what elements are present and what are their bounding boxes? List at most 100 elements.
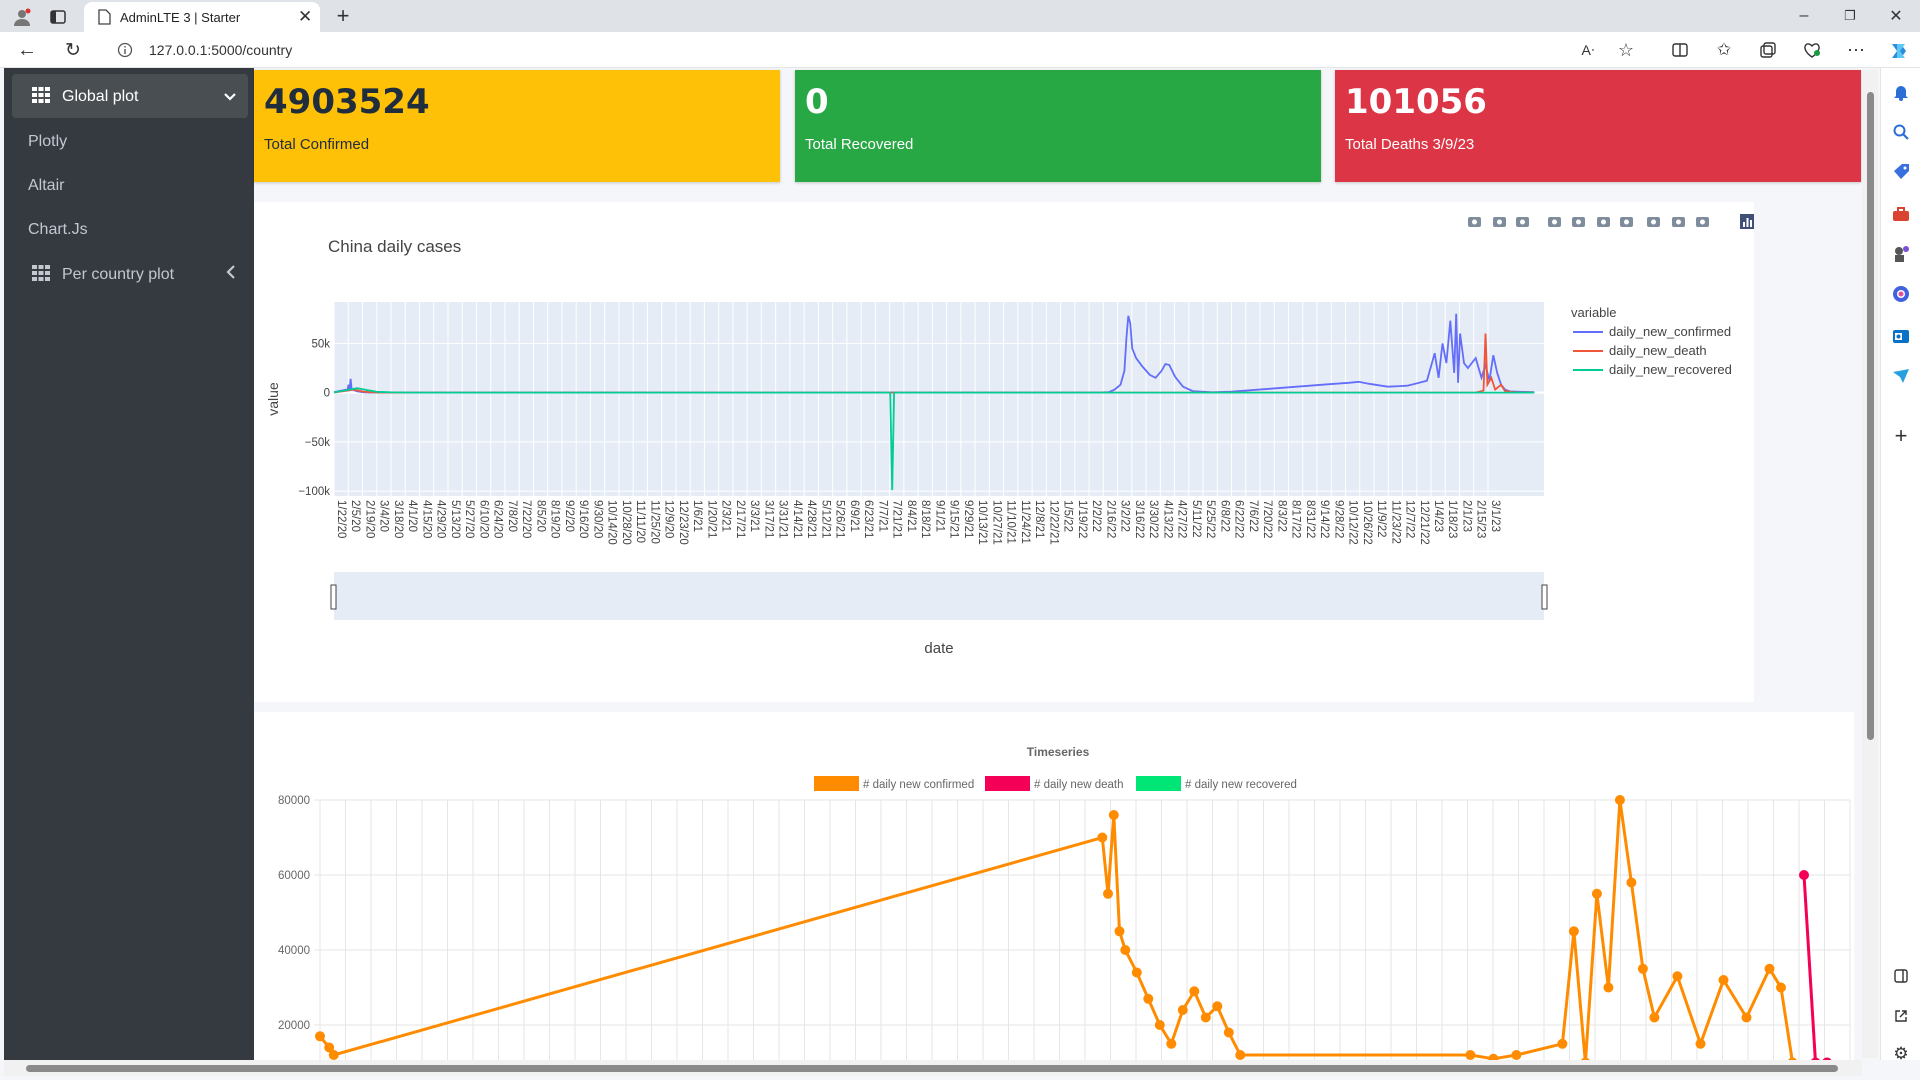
series-line-# daily new death[interactable] <box>1802 874 1827 1060</box>
sidebar-item-altair[interactable]: Altair <box>12 168 248 204</box>
notifications-icon[interactable] <box>1889 80 1913 104</box>
search-icon[interactable] <box>1889 120 1913 144</box>
data-point[interactable] <box>1108 810 1119 820</box>
games-icon[interactable] <box>1889 242 1913 266</box>
range-slider[interactable] <box>334 572 1544 620</box>
data-point[interactable] <box>1465 1050 1476 1060</box>
data-point[interactable] <box>1235 1050 1246 1060</box>
data-point[interactable] <box>1200 1012 1211 1023</box>
data-point[interactable] <box>1114 926 1125 937</box>
data-point[interactable] <box>1189 986 1200 997</box>
split-screen-icon[interactable] <box>1668 39 1692 61</box>
vertical-scrollbar[interactable] <box>1862 70 1878 1058</box>
data-point[interactable] <box>1223 1027 1234 1038</box>
data-point[interactable] <box>1614 795 1625 805</box>
url-field[interactable]: 127.0.0.1:5000/country <box>149 42 292 58</box>
legend-entry[interactable]: daily_new_confirmed <box>1609 324 1731 339</box>
data-point[interactable] <box>1591 888 1602 899</box>
data-point[interactable] <box>1603 982 1614 993</box>
data-point[interactable] <box>1764 963 1775 974</box>
close-window-icon[interactable]: ✕ <box>1884 6 1908 26</box>
new-tab-icon[interactable]: + <box>330 3 356 28</box>
camera-icon[interactable] <box>1468 217 1481 227</box>
scrollbar-thumb[interactable] <box>26 1065 1838 1072</box>
data-point[interactable] <box>1177 1005 1188 1015</box>
data-point[interactable] <box>1799 870 1809 880</box>
data-point[interactable] <box>1131 967 1142 978</box>
more-options-icon[interactable]: ⋯ <box>1844 39 1868 61</box>
data-point[interactable] <box>1695 1038 1706 1049</box>
sidebar-item-chartjs[interactable]: Chart.Js <box>12 212 248 248</box>
favorite-star-icon[interactable]: ☆ <box>1614 39 1638 61</box>
sidebar-item-global-plot[interactable]: Global plot <box>12 74 248 118</box>
data-point[interactable] <box>328 1050 339 1060</box>
plotly-logo-icon[interactable] <box>1740 214 1754 229</box>
hover-closest-icon[interactable] <box>1672 217 1685 227</box>
sidebar-item-plotly[interactable]: Plotly <box>12 124 248 160</box>
sidebar-toggle-icon[interactable] <box>1889 964 1913 988</box>
legend-entry[interactable]: # daily new recovered <box>1185 779 1297 791</box>
legend-entry[interactable]: # daily new confirmed <box>863 779 974 791</box>
data-point[interactable] <box>1557 1038 1568 1049</box>
data-point[interactable] <box>1143 993 1154 1004</box>
plot-area[interactable] <box>334 302 1544 496</box>
data-point[interactable] <box>1166 1038 1177 1049</box>
zoom-in-icon[interactable] <box>1548 217 1561 227</box>
data-point[interactable] <box>1776 982 1786 993</box>
legend-entry[interactable]: daily_new_recovered <box>1609 362 1732 377</box>
data-point[interactable] <box>1511 1050 1522 1060</box>
data-point[interactable] <box>315 1031 325 1042</box>
favorites-icon[interactable]: ✩ <box>1712 39 1736 61</box>
data-point[interactable] <box>1649 1012 1660 1023</box>
tab-actions-icon[interactable] <box>46 6 70 28</box>
data-point[interactable] <box>1637 963 1648 974</box>
settings-gear-icon[interactable]: ⚙ <box>1889 1042 1913 1066</box>
data-point[interactable] <box>1120 945 1131 955</box>
outlook-icon[interactable] <box>1889 324 1913 348</box>
range-slider-left-handle[interactable] <box>330 584 337 610</box>
close-tab-icon[interactable]: ✕ <box>298 7 312 27</box>
pan-icon[interactable] <box>1516 217 1529 227</box>
read-aloud-icon[interactable]: Aᐧ <box>1576 39 1600 61</box>
restore-icon[interactable]: ❐ <box>1838 6 1862 26</box>
site-info-icon[interactable] <box>114 40 136 60</box>
zoom-out-icon[interactable] <box>1572 217 1585 227</box>
range-slider-right-handle[interactable] <box>1541 584 1548 610</box>
legend-entry[interactable]: # daily new death <box>1034 779 1124 791</box>
drop-icon[interactable] <box>1889 364 1913 388</box>
autoscale-icon[interactable] <box>1597 217 1610 227</box>
data-point[interactable] <box>1672 971 1683 982</box>
sidebar-item-per-country-plot[interactable]: Per country plot <box>12 254 248 294</box>
data-point[interactable] <box>1154 1020 1165 1030</box>
add-app-icon[interactable]: + <box>1889 423 1913 448</box>
browser-essentials-icon[interactable] <box>1800 39 1824 61</box>
scrollbar-thumb[interactable] <box>1867 92 1874 740</box>
plotly-chart[interactable]: China daily cases 50k0−50k−100k 1/22/20 2… <box>254 202 1754 702</box>
microsoft-365-icon[interactable] <box>1889 282 1913 306</box>
profile-icon[interactable] <box>8 6 36 28</box>
reset-axes-icon[interactable] <box>1620 217 1633 227</box>
shopping-icon[interactable] <box>1889 160 1913 184</box>
spike-lines-icon[interactable] <box>1647 217 1660 227</box>
data-point[interactable] <box>1741 1012 1752 1023</box>
external-link-icon[interactable] <box>1889 1004 1913 1028</box>
data-point[interactable] <box>1097 832 1108 843</box>
timeseries-chart[interactable]: Timeseries # daily new confirmed # daily … <box>254 712 1854 1060</box>
minimize-icon[interactable]: – <box>1792 6 1816 26</box>
data-point[interactable] <box>1626 877 1637 888</box>
horizontal-scrollbar[interactable] <box>4 1060 1862 1076</box>
collections-icon[interactable] <box>1756 39 1780 61</box>
back-icon[interactable]: ← <box>14 39 40 61</box>
data-point[interactable] <box>1212 1001 1223 1012</box>
copilot-icon[interactable] <box>1886 38 1912 64</box>
data-point[interactable] <box>1568 926 1579 937</box>
zoom-icon[interactable] <box>1493 217 1506 227</box>
legend-entry[interactable]: daily_new_death <box>1609 343 1707 358</box>
tools-icon[interactable] <box>1889 202 1913 226</box>
data-point[interactable] <box>1103 888 1113 899</box>
data-point[interactable] <box>1718 975 1729 985</box>
browser-tab[interactable]: AdminLTE 3 | Starter ✕ <box>84 2 320 32</box>
refresh-icon[interactable]: ↻ <box>60 39 86 61</box>
series-line-# daily new confirmed[interactable] <box>318 799 1827 1060</box>
hover-compare-icon[interactable] <box>1696 217 1709 227</box>
